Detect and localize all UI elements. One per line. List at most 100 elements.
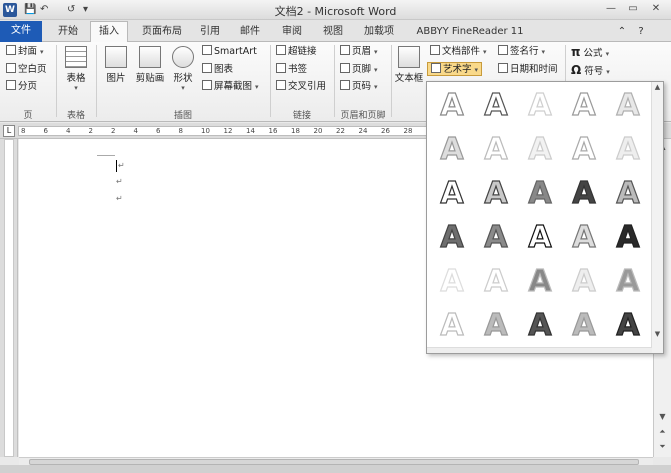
- ruler-tick-label: 10: [201, 127, 210, 135]
- group-separator: [391, 45, 392, 117]
- wordart-style-6-4[interactable]: A: [565, 307, 603, 344]
- wordart-style-6-2[interactable]: A: [477, 307, 515, 344]
- wordart-style-1-5[interactable]: A: [609, 87, 647, 124]
- header-button[interactable]: 页眉 ▾: [340, 45, 378, 59]
- tab-page-layout[interactable]: 页面布局: [134, 22, 190, 42]
- wordart-style-2-1[interactable]: A: [433, 131, 471, 168]
- tab-mailings[interactable]: 邮件: [233, 22, 267, 42]
- ruler-tick-label: 14: [246, 127, 255, 135]
- tab-view[interactable]: 视图: [316, 22, 350, 42]
- chart-button[interactable]: 图表: [202, 63, 233, 77]
- bookmark-button[interactable]: 书签: [276, 63, 307, 77]
- table-button[interactable]: 表格 ▾: [60, 46, 92, 92]
- footer-button[interactable]: 页脚 ▾: [340, 63, 378, 77]
- hyperlink-button[interactable]: 超链接: [276, 45, 317, 59]
- ruler-tick-label: 12: [223, 127, 233, 135]
- minimize-ribbon-icon[interactable]: ⌃: [614, 22, 630, 42]
- page-break-button[interactable]: 分页: [6, 80, 37, 94]
- wordart-style-5-3[interactable]: A: [521, 263, 559, 300]
- gallery-scrollbar[interactable]: ▲ ▼: [651, 82, 663, 353]
- vertical-ruler: [0, 139, 18, 457]
- page-number-button[interactable]: 页码 ▾: [340, 80, 378, 94]
- cover-page-button[interactable]: 封面 ▾: [6, 45, 44, 59]
- next-page-icon[interactable]: ⏷: [655, 439, 670, 454]
- tab-file[interactable]: 文件: [0, 21, 42, 42]
- wordart-button[interactable]: 艺术字 ▾: [427, 62, 483, 76]
- ruler-tick-label: 20: [313, 127, 323, 135]
- date-time-button[interactable]: 日期和时间: [498, 63, 558, 77]
- clipart-button[interactable]: 剪贴画: [132, 46, 168, 84]
- wordart-style-6-3[interactable]: A: [521, 307, 559, 344]
- close-icon[interactable]: ✕: [648, 2, 664, 16]
- signature-line-icon: [498, 45, 508, 55]
- wordart-style-4-4[interactable]: A: [565, 219, 603, 256]
- tab-insert[interactable]: 插入: [90, 21, 128, 43]
- ruler-tick-label: 26: [381, 127, 390, 135]
- tab-home[interactable]: 开始: [50, 22, 86, 42]
- wordart-style-5-2[interactable]: A: [477, 263, 515, 300]
- ruler-tick-label: 2: [111, 127, 116, 135]
- wordart-style-6-1[interactable]: A: [433, 307, 471, 344]
- horizontal-scrollbar[interactable]: [19, 457, 653, 465]
- wordart-style-3-4[interactable]: A: [565, 175, 603, 212]
- tab-abbyy[interactable]: ABBYY FineReader 11: [410, 22, 530, 42]
- tab-selector[interactable]: L: [3, 125, 15, 137]
- paragraph-mark: ↵: [116, 194, 123, 203]
- signature-line-button[interactable]: 签名行 ▾: [498, 45, 545, 59]
- wordart-style-4-1[interactable]: A: [433, 219, 471, 256]
- group-label-pages: 页: [23, 111, 33, 121]
- footer-icon: [340, 63, 350, 73]
- wordart-style-5-4[interactable]: A: [565, 263, 603, 300]
- wordart-style-3-2[interactable]: A: [477, 175, 515, 212]
- wordart-style-4-2[interactable]: A: [477, 219, 515, 256]
- cover-page-icon: [6, 45, 16, 55]
- shapes-button[interactable]: 形状 ▾: [168, 46, 198, 92]
- tab-references[interactable]: 引用: [193, 22, 227, 42]
- restore-icon[interactable]: ▭: [625, 2, 641, 16]
- symbol-button[interactable]: Ω 符号 ▾: [571, 63, 610, 77]
- blank-page-button[interactable]: 空白页: [6, 63, 47, 77]
- gallery-scroll-up-icon[interactable]: ▲: [652, 82, 663, 93]
- wordart-style-3-5[interactable]: A: [609, 175, 647, 212]
- wordart-style-1-4[interactable]: A: [565, 87, 603, 124]
- paragraph-mark: ↵: [118, 161, 125, 170]
- group-separator: [270, 45, 271, 117]
- wordart-style-5-5[interactable]: A: [609, 263, 647, 300]
- minimize-icon[interactable]: —: [603, 2, 619, 16]
- help-icon[interactable]: ?: [633, 22, 649, 42]
- wordart-style-6-5[interactable]: A: [609, 307, 647, 344]
- smartart-button[interactable]: SmartArt: [202, 45, 257, 59]
- picture-button[interactable]: 图片: [100, 46, 132, 84]
- previous-page-icon[interactable]: ⏶: [655, 424, 670, 439]
- cross-reference-button[interactable]: 交叉引用: [276, 80, 326, 94]
- textbox-button[interactable]: 文本框: [393, 46, 425, 84]
- ruler-tick-label: 22: [336, 127, 345, 135]
- wordart-style-1-1[interactable]: A: [433, 87, 471, 124]
- scroll-down-icon[interactable]: ▼: [655, 409, 670, 424]
- wordart-style-2-5[interactable]: A: [609, 131, 647, 168]
- wordart-style-2-4[interactable]: A: [565, 131, 603, 168]
- tab-review[interactable]: 审阅: [275, 22, 309, 42]
- wordart-style-3-1[interactable]: A: [433, 175, 471, 212]
- vertical-ruler-track[interactable]: [4, 139, 14, 457]
- table-icon: [65, 46, 87, 68]
- screenshot-button[interactable]: 屏幕截图 ▾: [202, 80, 259, 94]
- gallery-resize-handle[interactable]: [427, 347, 652, 353]
- quick-parts-button[interactable]: 文档部件 ▾: [430, 45, 487, 59]
- text-cursor: [116, 160, 117, 172]
- wordart-style-1-2[interactable]: A: [477, 87, 515, 124]
- gallery-scroll-down-icon[interactable]: ▼: [652, 329, 663, 340]
- wordart-style-2-3[interactable]: A: [521, 131, 559, 168]
- chart-icon: [202, 63, 212, 73]
- wordart-style-5-1[interactable]: A: [433, 263, 471, 300]
- date-time-icon: [498, 63, 508, 73]
- equation-button[interactable]: π 公式 ▾: [571, 45, 609, 59]
- wordart-style-2-2[interactable]: A: [477, 131, 515, 168]
- tab-addins[interactable]: 加载项: [356, 22, 402, 42]
- wordart-style-1-3[interactable]: A: [521, 87, 559, 124]
- group-label-illustrations: 插图: [173, 111, 192, 121]
- wordart-style-3-3[interactable]: A: [521, 175, 559, 212]
- wordart-style-4-5[interactable]: A: [609, 219, 647, 256]
- wordart-style-4-3[interactable]: A: [521, 219, 559, 256]
- quick-parts-icon: [430, 45, 440, 55]
